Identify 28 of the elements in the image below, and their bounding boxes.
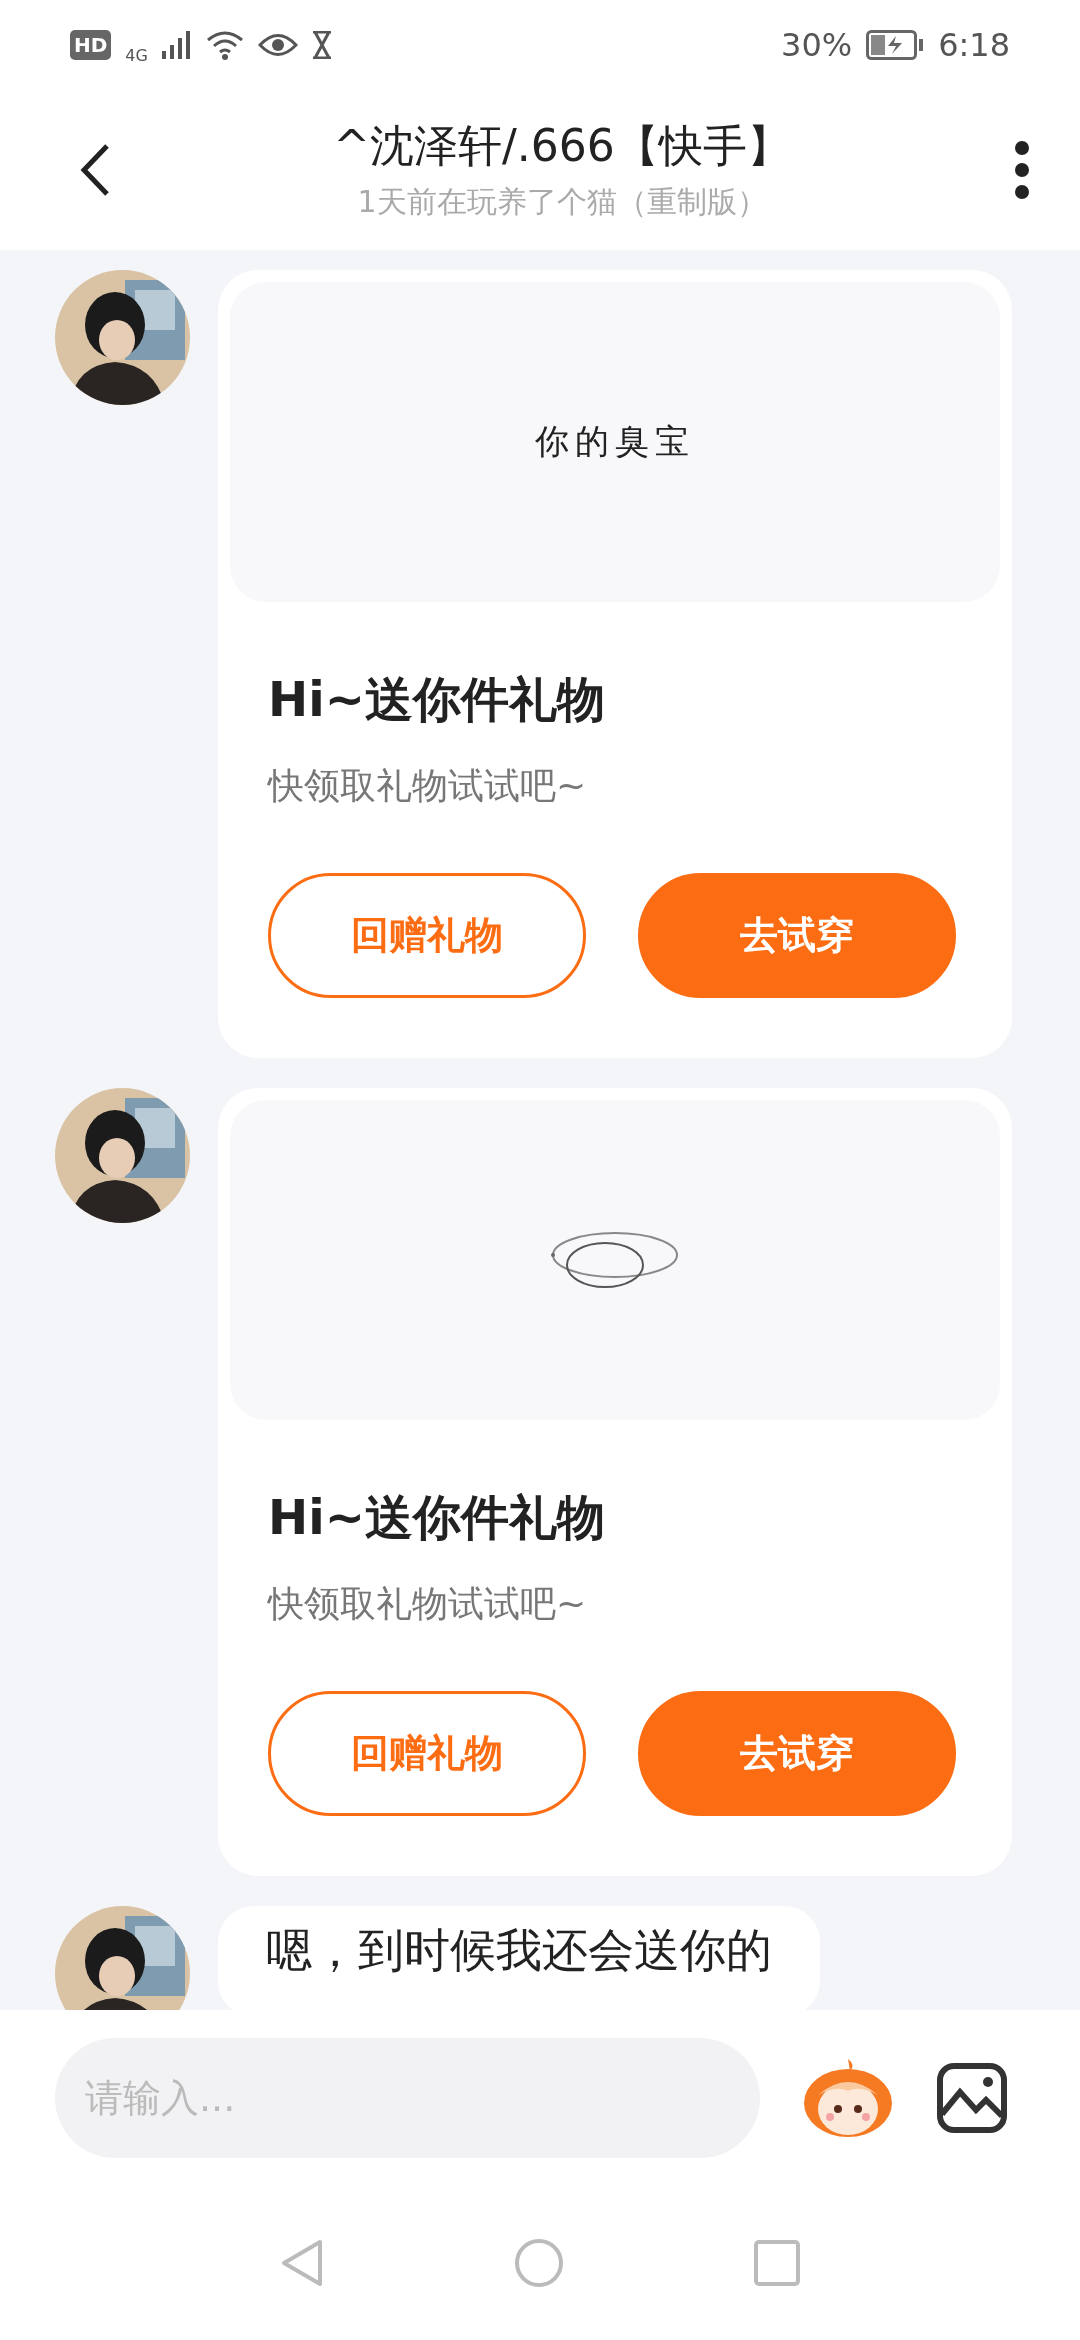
return-gift-button[interactable]: 回赠礼物 — [268, 873, 586, 998]
try-on-button[interactable]: 去试穿 — [638, 1691, 956, 1816]
signal-icon — [161, 31, 192, 59]
recents-nav-icon[interactable] — [754, 2239, 800, 2286]
home-nav-icon[interactable] — [514, 2237, 564, 2288]
clock: 6:18 — [938, 26, 1010, 64]
wifi-icon — [205, 30, 244, 60]
back-icon[interactable] — [80, 143, 110, 197]
gift-subtitle: 快领取礼物试试吧~ — [268, 764, 588, 808]
return-gift-button[interactable]: 回赠礼物 — [268, 1691, 586, 1816]
network-label: 4G — [125, 45, 148, 65]
hd-indicator: HD — [70, 30, 112, 60]
eye-icon — [257, 32, 298, 58]
try-on-button[interactable]: 去试穿 — [638, 873, 956, 998]
more-icon[interactable] — [1014, 140, 1030, 200]
battery-charging-icon — [866, 30, 925, 60]
chat-subtitle: 1天前在玩养了个猫（重制版） — [357, 183, 767, 221]
gift-title: Hi~送你件礼物 — [268, 670, 606, 729]
battery-percent: 30% — [781, 26, 853, 64]
message-input[interactable]: 请输入... — [55, 2037, 760, 2158]
hourglass-icon — [311, 31, 332, 59]
message-bubble: 嗯，到时候我还会送你的 — [218, 1906, 820, 2010]
back-nav-icon[interactable] — [280, 2237, 324, 2288]
preview-text: 你的臭宝 — [535, 420, 695, 463]
gift-title: Hi~送你件礼物 — [268, 1488, 606, 1547]
chat-title: ^沈泽轩/.666【快手】 — [333, 119, 791, 173]
gift-subtitle: 快领取礼物试试吧~ — [268, 1582, 588, 1626]
image-icon[interactable] — [936, 2061, 1008, 2134]
